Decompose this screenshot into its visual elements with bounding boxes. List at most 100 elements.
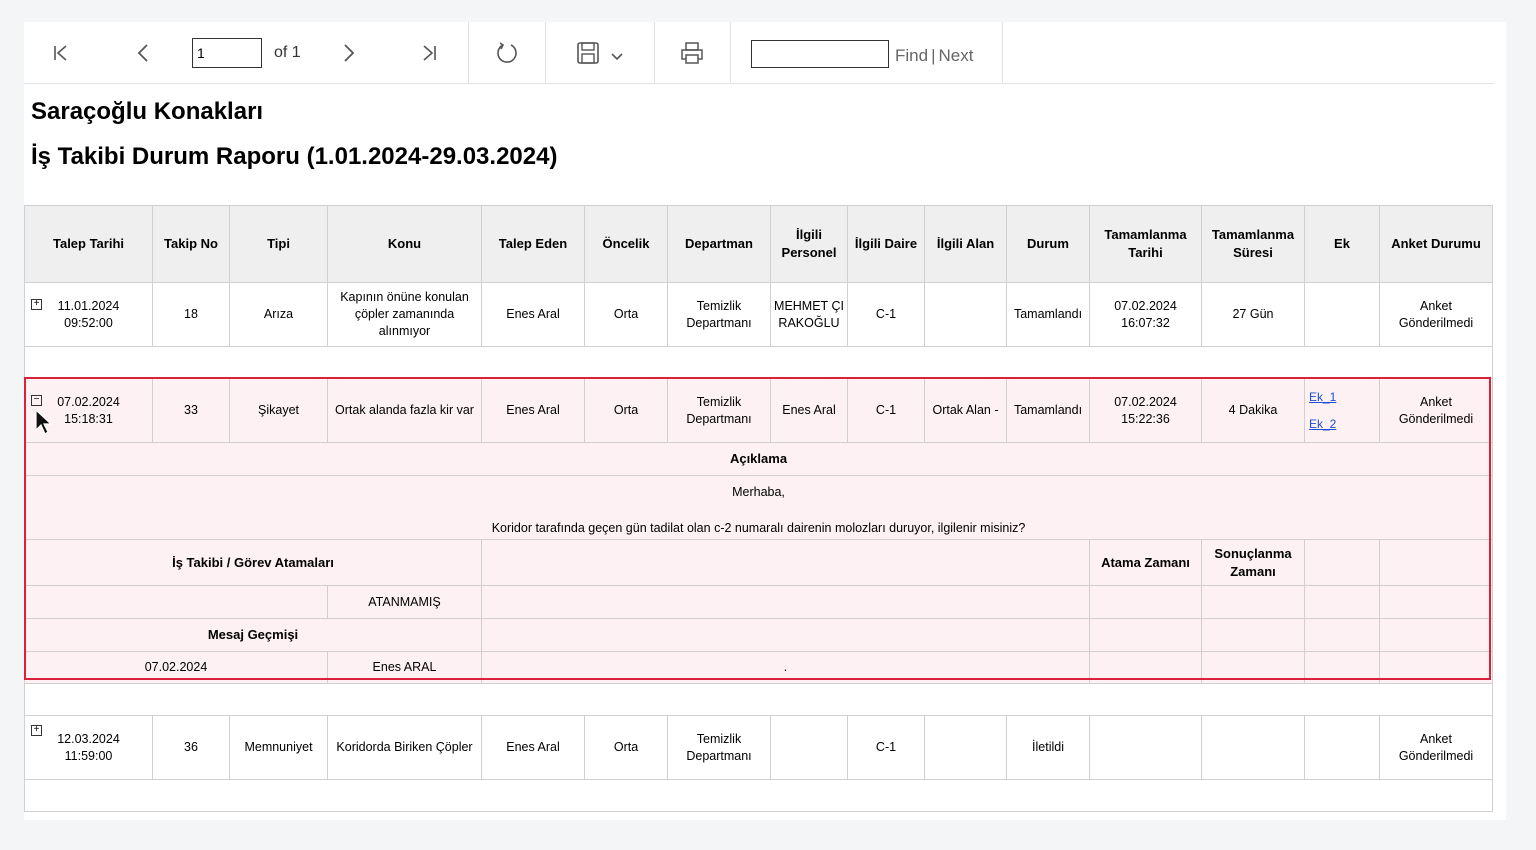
message-user: Enes ARAL [327,651,482,684]
spacer-row [24,346,1493,379]
cell-durum: İletildi [1006,715,1090,780]
find-link[interactable]: Find [895,46,928,65]
cell-talep-eden: Enes Aral [481,715,585,780]
empty-cell [481,618,1090,652]
cell-konu: Kapının önüne konulan çöpler zamanında a… [327,282,482,347]
refresh-icon [497,42,517,63]
cell-talep-eden: Enes Aral [481,378,585,443]
col-header[interactable]: İlgili Daire [847,205,925,283]
attachment-link-1[interactable]: Ek_1 [1309,389,1377,405]
find-input[interactable] [751,40,889,68]
assignment-header-row: İş Takibi / Görev Atamaları Atama Zamanı… [24,539,1493,586]
last-page-button[interactable] [414,38,444,68]
save-button[interactable] [570,38,630,68]
cell-departman: Temizlik Departmanı [667,715,771,780]
cell-konu: Ortak alanda fazla kir var [327,378,482,443]
next-page-button[interactable] [334,38,364,68]
empty-cell [1304,618,1380,652]
cell-oncelik: Orta [584,378,668,443]
assignment-time-label: Atama Zamanı [1089,539,1202,586]
col-header[interactable]: İlgili Alan [924,205,1007,283]
empty-cell [1304,585,1380,619]
expand-toggle-icon[interactable]: + [31,725,42,736]
empty-cell [1379,651,1493,684]
time-text: 09:52:00 [64,315,113,330]
col-header[interactable]: Öncelik [584,205,668,283]
next-page-icon [344,44,355,62]
col-header[interactable]: Durum [1006,205,1090,283]
cell-ek [1304,715,1380,780]
toolbar-divider [468,22,469,84]
col-header[interactable]: Tipi [229,205,328,283]
report-title: Saraçoğlu Konakları [31,98,264,125]
report-table: Talep Tarihi Takip No Tipi Konu Talep Ed… [24,205,1493,812]
cell-tipi: Şikayet [229,378,328,443]
cell-durum: Tamamlandı [1006,378,1090,443]
col-header[interactable]: Talep Tarihi [24,205,153,283]
cell-departman: Temizlik Departmanı [667,378,771,443]
completion-time: 15:22:36 [1121,411,1170,426]
find-controls: Find | Next [895,46,973,66]
save-icon [577,42,599,64]
message-row: 07.02.2024 Enes ARAL . [24,651,1493,684]
empty-cell [1379,585,1493,619]
cell-anket: Anket Gönderilmedi [1379,378,1493,443]
cell-alan [924,715,1007,780]
expand-toggle-icon[interactable]: + [31,299,42,310]
toolbar-divider [654,22,655,84]
description-label: Açıklama [24,442,1493,476]
toolbar-divider [730,22,731,84]
next-link[interactable]: Next [939,46,974,65]
cell-personel: MEHMET ÇIRAKOĞLU [770,282,848,347]
date-cell: + 11.01.2024 09:52:00 [24,282,153,347]
col-header[interactable]: Departman [667,205,771,283]
assignment-row: ATANMAMIŞ [24,585,1493,619]
message-history-header: Mesaj Geçmişi [24,618,1493,652]
cell-departman: Temizlik Departmanı [667,282,771,347]
col-header[interactable]: Takip No [152,205,230,283]
collapse-toggle-icon[interactable]: − [31,395,42,406]
message-text: . [481,651,1090,684]
empty-cell [1304,539,1380,586]
table-row: + 11.01.2024 09:52:00 18 Arıza Kapının ö… [24,282,1493,347]
empty-cell [481,585,1090,619]
col-header[interactable]: İlgili Personel [770,205,848,283]
table-row-selected: − 07.02.2024 15:18:31 33 Şikayet Ortak a… [24,378,1493,443]
description-line-1: Merhaba, [732,485,785,499]
cell-daire: C-1 [847,378,925,443]
report-subtitle: İş Takibi Durum Raporu (1.01.2024-29.03.… [31,143,558,170]
cell-no: 33 [152,378,230,443]
report-viewer: of 1 Find|Next Saraçoğlu Konakları İş Ta… [24,22,1506,820]
chevron-down-icon [611,53,623,61]
message-date: 07.02.2024 [24,651,328,684]
completion-date: 07.02.2024 [1114,394,1177,409]
attachment-link-2[interactable]: Ek_2 [1309,416,1377,432]
empty-cell [1379,539,1493,586]
col-header[interactable]: Tamamlanma Tarihi [1089,205,1202,283]
empty-cell [1201,651,1305,684]
col-header[interactable]: Ek [1304,205,1380,283]
cell-oncelik: Orta [584,282,668,347]
table-header-row: Talep Tarihi Takip No Tipi Konu Talep Ed… [24,205,1493,283]
empty-cell [481,539,1090,586]
page-number-input[interactable] [192,38,262,68]
col-header[interactable]: Anket Durumu [1379,205,1493,283]
spacer-row [24,683,1493,716]
empty-cell [1089,651,1202,684]
prev-page-button[interactable] [128,38,158,68]
time-text: 11:59:00 [64,748,113,763]
cell-alan [924,282,1007,347]
toolbar-divider [545,22,546,84]
col-header[interactable]: Konu [327,205,482,283]
message-history-label: Mesaj Geçmişi [24,618,482,652]
col-header[interactable]: Tamamlanma Süresi [1201,205,1305,283]
refresh-button[interactable] [492,38,522,68]
prev-page-icon [137,44,148,62]
col-header[interactable]: Talep Eden [481,205,585,283]
print-button[interactable] [677,38,707,68]
cell-ek: Ek_1 Ek_2 [1304,378,1380,443]
find-separator: | [931,46,936,65]
first-page-button[interactable] [46,38,76,68]
cell-tamamlanma-tarihi: 07.02.2024 16:07:32 [1089,282,1202,347]
cell-no: 18 [152,282,230,347]
